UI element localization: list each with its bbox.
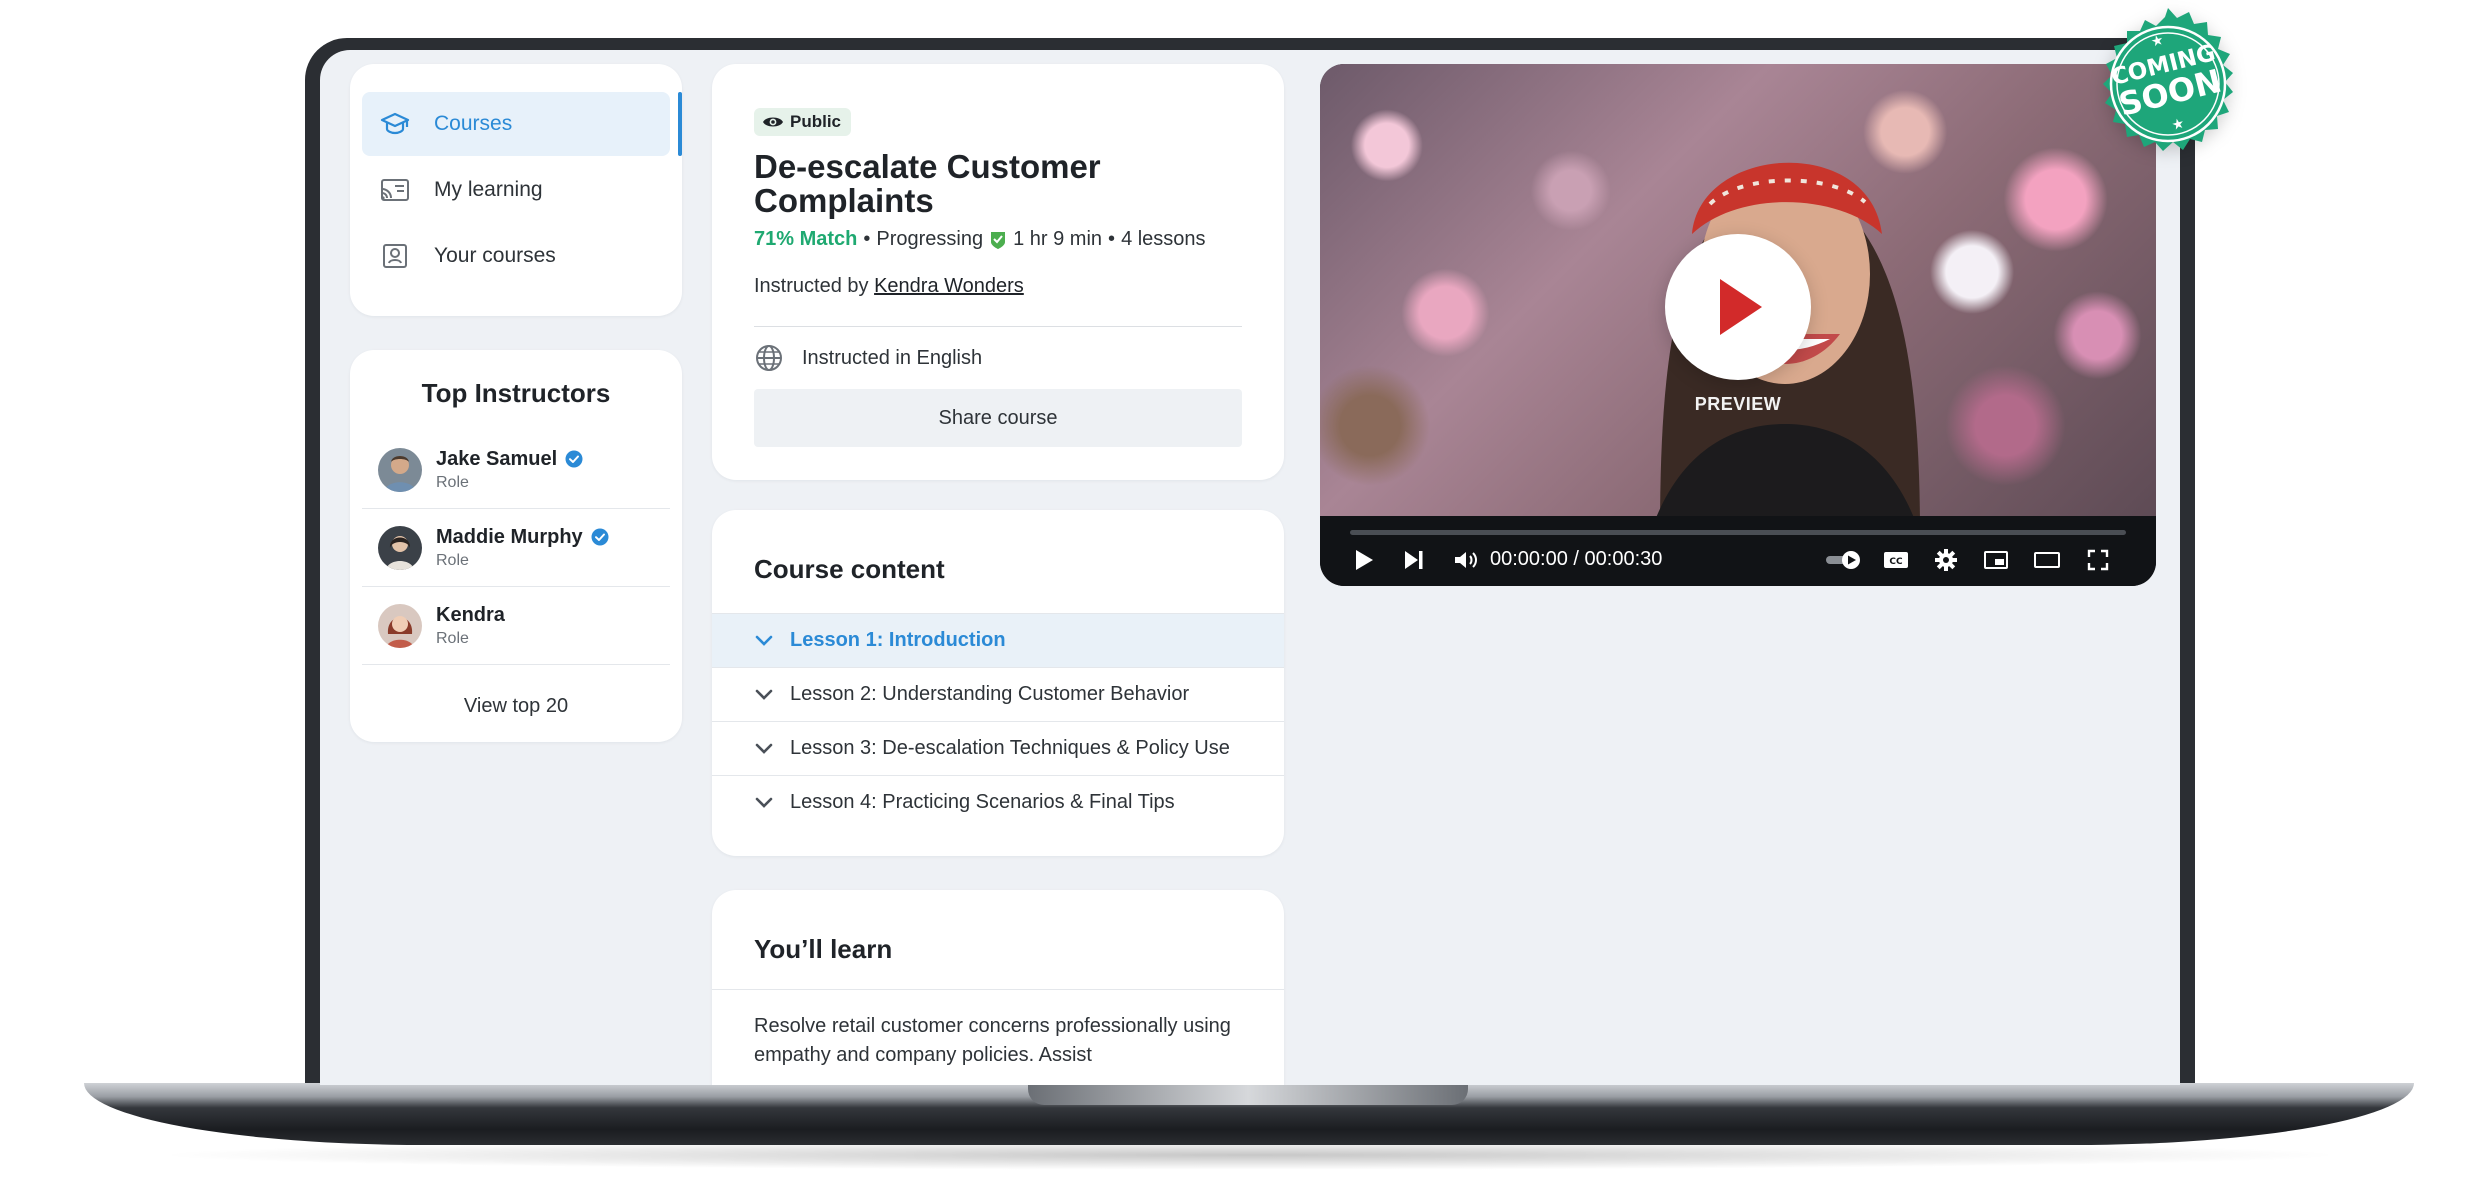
globe-icon (756, 345, 782, 371)
sidebar-item-my-learning[interactable]: My learning (362, 158, 670, 222)
instructor-row[interactable]: Maddie Murphy Role (362, 509, 670, 587)
play-icon (1720, 279, 1762, 335)
lesson-item[interactable]: Lesson 3: De-escalation Techniques & Pol… (712, 721, 1284, 775)
coming-soon-badge: COMING SOON ★ ★ (2103, 8, 2233, 151)
view-top-instructors-link[interactable]: View top 20 (362, 695, 670, 718)
share-course-button[interactable]: Share course (754, 389, 1242, 447)
visibility-label: Public (790, 112, 842, 131)
meta-separator: • (1108, 228, 1116, 250)
sidebar-nav: Courses My learning Your courses (350, 64, 682, 316)
volume-icon (1455, 552, 1477, 568)
gear-icon (1935, 549, 1957, 571)
instructed-by: Instructed by Kendra Wonders (754, 275, 1242, 298)
you-will-learn-text: Resolve retail customer concerns profess… (754, 1015, 1231, 1066)
avatar (378, 525, 422, 570)
lesson-label: Lesson 4: Practicing Scenarios & Final T… (790, 791, 1175, 813)
theater-mode-icon (2034, 552, 2060, 568)
top-instructors-title: Top Instructors (421, 378, 611, 408)
language-label: Instructed in English (802, 346, 983, 369)
settings-button[interactable] (1932, 546, 1960, 574)
divider (754, 326, 1242, 327)
autoplay-toggle[interactable] (1824, 546, 1864, 574)
fullscreen-button[interactable] (2084, 546, 2112, 574)
avatar (378, 447, 422, 492)
video-thumbnail: PREVIEW (1320, 64, 2156, 516)
avatar (378, 603, 422, 648)
autoplay-toggle-icon (1826, 551, 1860, 569)
visibility-badge: Public (754, 108, 852, 136)
progress-shield-icon (991, 231, 1006, 249)
instructor-name: Maddie Murphy (436, 525, 583, 548)
cast-icon (378, 173, 412, 207)
chevron-down-icon (755, 797, 773, 808)
play-icon (1356, 550, 1373, 570)
instructor-role: Role (436, 629, 469, 647)
app-screen: Courses My learning Your courses Top Ins… (320, 50, 2180, 1085)
meta-separator: • (863, 228, 871, 250)
theater-mode-button[interactable] (2032, 546, 2062, 574)
course-content-card: Course content Lesson 1: Introduction Le… (712, 510, 1284, 856)
eye-icon (763, 117, 783, 127)
match-score: 71% Match (754, 228, 858, 250)
sidebar-item-label: My learning (434, 178, 543, 201)
language-row: Instructed in English (754, 343, 1242, 373)
instructor-role: Role (436, 473, 469, 491)
instructor-row[interactable]: Kendra Role (362, 587, 670, 665)
lesson-label: Lesson 3: De-escalation Techniques & Pol… (790, 737, 1230, 759)
course-detail-card: Public De-escalate Customer Complaints 7… (712, 64, 1284, 480)
instructor-name: Jake Samuel (436, 447, 558, 470)
you-will-learn-title: You’ll learn (712, 934, 1284, 990)
chevron-down-icon (755, 743, 773, 754)
laptop-base-notch (1028, 1083, 1468, 1105)
sidebar-item-label: Courses (434, 112, 513, 135)
instructed-by-prefix: Instructed by (754, 275, 869, 297)
you-will-learn-card: You’ll learn Resolve retail customer con… (712, 890, 1284, 1085)
next-button[interactable] (1400, 546, 1428, 574)
instructor-row[interactable]: Jake Samuel Role (362, 431, 670, 509)
sidebar-item-your-courses[interactable]: Your courses (362, 224, 670, 288)
lesson-label: Lesson 1: Introduction (790, 629, 1006, 651)
graduation-cap-icon (378, 107, 412, 141)
lessons-count: 4 lessons (1121, 228, 1206, 250)
captions-button[interactable]: CC (1882, 546, 1910, 574)
miniplayer-button[interactable] (1982, 546, 2010, 574)
course-duration: 1 hr 9 min (1013, 228, 1103, 250)
instructor-role: Role (436, 551, 469, 569)
chevron-down-icon (755, 635, 773, 646)
video-player: PREVIEW 00:00:00 / 00:00:30 CC (1320, 64, 2156, 586)
contact-card-icon (378, 239, 412, 273)
volume-button[interactable] (1452, 546, 1480, 574)
lesson-item[interactable]: Lesson 4: Practicing Scenarios & Final T… (712, 775, 1284, 829)
instructor-link[interactable]: Kendra Wonders (874, 275, 1024, 297)
player-controls: 00:00:00 / 00:00:30 CC (1320, 516, 2156, 586)
miniplayer-icon (1984, 551, 2008, 569)
verified-icon (565, 450, 583, 468)
lesson-label: Lesson 2: Understanding Customer Behavio… (790, 683, 1190, 705)
video-progress-bar[interactable] (1350, 530, 2126, 535)
chevron-down-icon (755, 689, 773, 700)
verified-icon (591, 528, 609, 546)
play-control-button[interactable] (1350, 546, 1378, 574)
progress-status: Progressing (876, 228, 984, 250)
sidebar-item-courses[interactable]: Courses (362, 92, 682, 156)
instructor-name: Kendra (436, 603, 505, 626)
lesson-item[interactable]: Lesson 2: Understanding Customer Behavio… (712, 667, 1284, 721)
course-content-title: Course content (754, 554, 945, 584)
course-meta: 71% Match • Progressing 1 hr 9 min • 4 l… (754, 228, 1242, 251)
lesson-item[interactable]: Lesson 1: Introduction (712, 613, 1284, 667)
skip-next-icon (1405, 551, 1423, 569)
video-time: 00:00:00 / 00:00:30 (1490, 548, 1663, 570)
fullscreen-icon (2087, 549, 2109, 571)
play-preview-button[interactable] (1665, 234, 1811, 380)
preview-label: PREVIEW (1694, 394, 1782, 414)
closed-captions-icon: CC (1884, 552, 1908, 568)
course-title: De-escalate Customer Complaints (754, 148, 1101, 219)
svg-text:CC: CC (1889, 557, 1903, 567)
sidebar-item-label: Your courses (434, 244, 556, 267)
top-instructors-card: Top Instructors Jake Samuel Role Maddie … (350, 350, 682, 742)
